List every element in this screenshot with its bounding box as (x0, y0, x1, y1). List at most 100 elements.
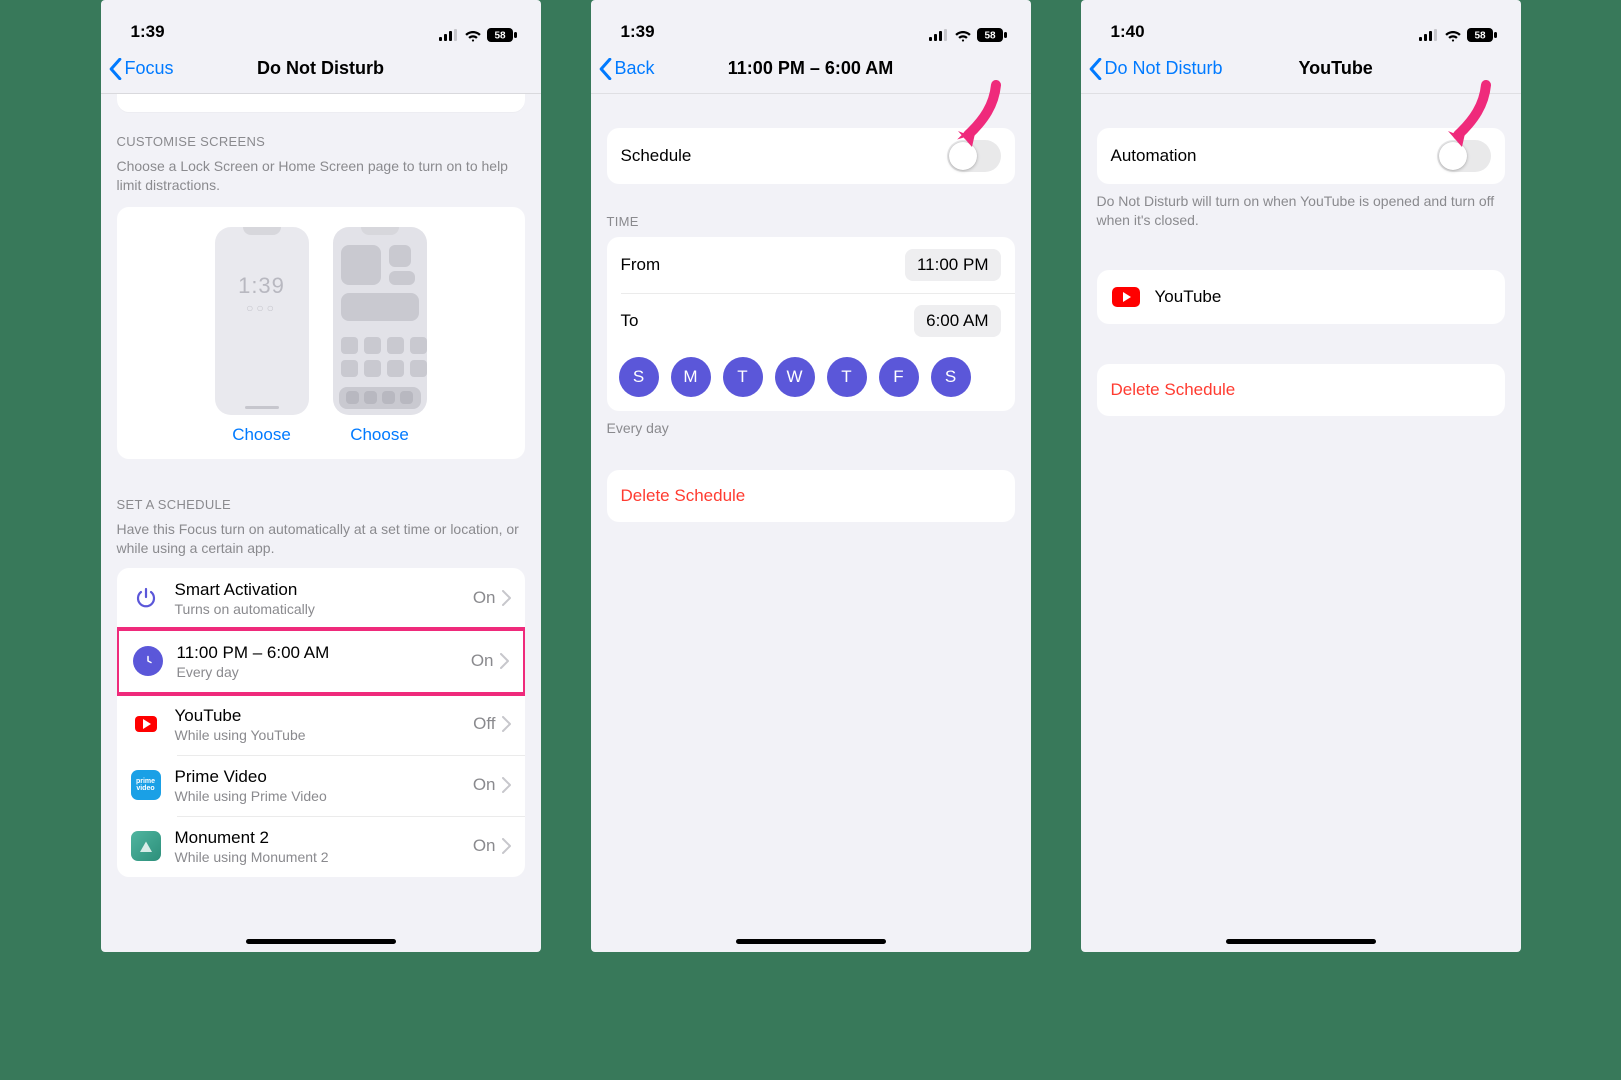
delete-schedule-button[interactable]: Delete Schedule (1097, 364, 1505, 416)
day-sun[interactable]: S (619, 357, 659, 397)
automation-toggle-card: Automation (1097, 128, 1505, 184)
app-label: YouTube (1155, 287, 1222, 307)
row-value: On (473, 588, 496, 608)
app-row: YouTube (1097, 270, 1505, 324)
back-button[interactable]: Do Not Disturb (1089, 58, 1223, 80)
chevron-right-icon (502, 716, 511, 732)
status-icons: 58 (1419, 28, 1497, 42)
nav-title: YouTube (1249, 58, 1373, 79)
schedule-toggle-card: Schedule (607, 128, 1015, 184)
days-row: S M T W T F S (607, 349, 1015, 411)
prime-video-icon: primevideo (131, 770, 161, 800)
status-time: 1:39 (131, 22, 165, 42)
power-icon (131, 583, 161, 613)
schedule-header: SET A SCHEDULE (101, 459, 541, 516)
svg-text:58: 58 (984, 31, 996, 42)
day-wed[interactable]: W (775, 357, 815, 397)
chevron-right-icon (502, 777, 511, 793)
from-row[interactable]: From 11:00 PM (607, 237, 1015, 293)
chevron-right-icon (500, 653, 509, 669)
status-bar: 1:39 58 (101, 0, 541, 44)
day-thu[interactable]: T (827, 357, 867, 397)
row-value: Off (473, 714, 495, 734)
status-icons: 58 (439, 28, 517, 42)
chevron-right-icon (502, 590, 511, 606)
choose-home-button[interactable]: Choose (350, 425, 409, 445)
customise-screens-card: 1:39 ○○○ Choose Choose (117, 207, 525, 459)
delete-schedule-button[interactable]: Delete Schedule (607, 470, 1015, 522)
home-screen-preview[interactable] (333, 227, 427, 415)
cellular-icon (929, 29, 949, 41)
nav-bar: Do Not Disturb YouTube (1081, 44, 1521, 94)
schedule-row-prime[interactable]: primevideo Prime Video While using Prime… (117, 755, 525, 816)
schedule-list: Smart Activation Turns on automatically … (117, 568, 525, 877)
schedule-row-youtube[interactable]: YouTube While using YouTube Off (117, 694, 525, 755)
day-fri[interactable]: F (879, 357, 919, 397)
highlight-time-schedule: 11:00 PM – 6:00 AM Every day On (117, 627, 525, 696)
chevron-right-icon (502, 838, 511, 854)
row-title: 11:00 PM – 6:00 AM (177, 643, 471, 663)
status-time: 1:39 (621, 22, 655, 42)
from-label: From (621, 255, 905, 275)
schedule-toggle[interactable] (947, 140, 1001, 172)
screen-youtube-automation: 1:40 58 Do Not Disturb YouTube Automatio… (1081, 0, 1521, 952)
delete-card: Delete Schedule (607, 470, 1015, 522)
schedule-row-time[interactable]: 11:00 PM – 6:00 AM Every day On (119, 631, 523, 692)
status-bar: 1:40 58 (1081, 0, 1521, 44)
previous-card-peek (117, 94, 525, 112)
day-tue[interactable]: T (723, 357, 763, 397)
home-indicator[interactable] (736, 939, 886, 944)
youtube-icon (131, 709, 161, 739)
back-button[interactable]: Focus (109, 58, 174, 80)
lock-screen-preview[interactable]: 1:39 ○○○ (215, 227, 309, 415)
home-indicator[interactable] (246, 939, 396, 944)
automation-toggle[interactable] (1437, 140, 1491, 172)
wifi-icon (954, 29, 972, 42)
row-sub: While using Prime Video (175, 788, 473, 804)
delete-card: Delete Schedule (1097, 364, 1505, 416)
wifi-icon (464, 29, 482, 42)
schedule-desc: Have this Focus turn on automatically at… (101, 516, 541, 558)
home-indicator[interactable] (1226, 939, 1376, 944)
schedule-toggle-label: Schedule (621, 146, 947, 166)
back-label: Do Not Disturb (1105, 58, 1223, 79)
nav-title: 11:00 PM – 6:00 AM (591, 58, 1031, 79)
chevron-left-icon (109, 58, 122, 80)
svg-text:58: 58 (1474, 31, 1486, 42)
chevron-left-icon (599, 58, 612, 80)
customise-header: CUSTOMISE SCREENS (101, 112, 541, 153)
from-value[interactable]: 11:00 PM (905, 249, 1001, 281)
row-sub: Turns on automatically (175, 601, 473, 617)
status-icons: 58 (929, 28, 1007, 42)
back-label: Focus (125, 58, 174, 79)
row-title: YouTube (175, 706, 474, 726)
to-value[interactable]: 6:00 AM (914, 305, 1000, 337)
back-button[interactable]: Back (599, 58, 655, 80)
nav-bar: Focus Do Not Disturb (101, 44, 541, 94)
row-title: Prime Video (175, 767, 473, 787)
cellular-icon (439, 29, 459, 41)
day-sat[interactable]: S (931, 357, 971, 397)
battery-icon: 58 (1467, 28, 1497, 42)
delete-label: Delete Schedule (621, 486, 746, 506)
time-header: TIME (591, 184, 1031, 233)
schedule-row-smart-activation[interactable]: Smart Activation Turns on automatically … (117, 568, 525, 629)
customise-desc: Choose a Lock Screen or Home Screen page… (101, 153, 541, 195)
choose-lock-button[interactable]: Choose (232, 425, 291, 445)
to-label: To (621, 311, 915, 331)
day-mon[interactable]: M (671, 357, 711, 397)
schedule-row-monument[interactable]: Monument 2 While using Monument 2 On (117, 816, 525, 877)
battery-icon: 58 (977, 28, 1007, 42)
to-row[interactable]: To 6:00 AM (607, 293, 1015, 349)
cellular-icon (1419, 29, 1439, 41)
automation-desc: Do Not Disturb will turn on when YouTube… (1081, 184, 1521, 230)
row-sub: Every day (177, 664, 471, 680)
schedule-toggle-row: Schedule (607, 128, 1015, 184)
battery-icon: 58 (487, 28, 517, 42)
automation-toggle-row: Automation (1097, 128, 1505, 184)
monument-icon (131, 831, 161, 861)
automation-label: Automation (1111, 146, 1437, 166)
status-time: 1:40 (1111, 22, 1145, 42)
svg-text:58: 58 (494, 31, 506, 42)
clock-icon (133, 646, 163, 676)
